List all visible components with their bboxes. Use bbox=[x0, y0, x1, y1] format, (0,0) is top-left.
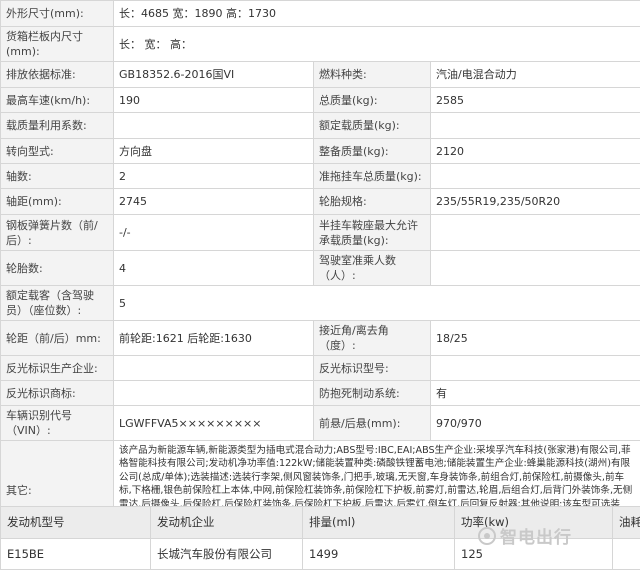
reflector-model-value bbox=[429, 355, 640, 381]
overhang-value: 970/970 bbox=[429, 405, 640, 441]
spec-row-vin: 车辆识别代号（VIN）: LGWFFVA5××××××××× 前悬/后悬(mm)… bbox=[0, 405, 640, 441]
tire-count-value: 4 bbox=[113, 250, 314, 286]
engine-maker-header: 发动机企业 bbox=[150, 506, 303, 539]
total-mass-label: 总质量(kg): bbox=[313, 87, 431, 113]
axles-value: 2 bbox=[113, 163, 314, 189]
load-util-value bbox=[113, 112, 314, 139]
spec-row-cargo: 货箱栏板内尺寸(mm): 长： 宽： 高： bbox=[0, 26, 640, 62]
watermark: 智电出行 bbox=[478, 523, 572, 548]
tire-count-label: 轮胎数: bbox=[0, 250, 114, 286]
angles-value: 18/25 bbox=[429, 320, 640, 356]
watermark-text: 智电出行 bbox=[500, 528, 572, 548]
steering-value: 方向盘 bbox=[113, 138, 314, 164]
spec-row-tires: 轮胎数: 4 驾驶室准乘人数（人）: bbox=[0, 250, 640, 286]
cargo-value: 长： 宽： 高： bbox=[112, 26, 640, 62]
wheelbase-label: 轴距(mm): bbox=[0, 188, 114, 215]
steering-label: 转向型式: bbox=[0, 138, 114, 164]
engine-maker-value: 长城汽车股份有限公司 bbox=[150, 537, 303, 570]
passengers-label: 额定载客（含驾驶员）（座位数）: bbox=[0, 285, 114, 321]
spec-row-track: 轮距（前/后）mm: 前轮距:1621 后轮距:1630 接近角/离去角（度）:… bbox=[0, 320, 640, 356]
fuel-consumption-header: 油耗 bbox=[612, 506, 640, 539]
spec-row-wheelbase: 轴距(mm): 2745 轮胎规格: 235/55R19,235/50R20 bbox=[0, 188, 640, 215]
fuel-consumption-value bbox=[612, 537, 640, 570]
reflector-maker-value bbox=[113, 355, 314, 381]
spec-row-size: 外形尺寸(mm): 长：4685 宽：1890 高：1730 bbox=[0, 0, 640, 27]
spec-row-passengers: 额定载客（含驾驶员）（座位数）: 5 bbox=[0, 285, 640, 321]
curb-mass-value: 2120 bbox=[429, 138, 640, 164]
displacement-value: 1499 bbox=[302, 537, 455, 570]
size-value: 长：4685 宽：1890 高：1730 bbox=[112, 0, 640, 27]
speed-label: 最高车速(km/h): bbox=[0, 87, 114, 113]
reflector-brand-value bbox=[113, 380, 314, 406]
spec-row-emission: 排放依据标准: GB18352.6-2016国VI 燃料种类: 汽油/电混合动力 bbox=[0, 61, 640, 88]
trailer-mass-label: 准拖挂车总质量(kg): bbox=[313, 163, 431, 189]
wheelbase-value: 2745 bbox=[113, 188, 314, 215]
fuel-value: 汽油/电混合动力 bbox=[429, 61, 640, 88]
semi-trailer-label: 半挂车鞍座最大允许承载质量(kg): bbox=[313, 214, 431, 251]
passengers-value: 5 bbox=[112, 285, 640, 321]
spec-row-speed: 最高车速(km/h): 190 总质量(kg): 2585 bbox=[0, 87, 640, 113]
spec-row-axles: 轴数: 2 准拖挂车总质量(kg): bbox=[0, 163, 640, 189]
overhang-label: 前悬/后悬(mm): bbox=[313, 405, 431, 441]
emission-value: GB18352.6-2016国VI bbox=[113, 61, 314, 88]
cargo-label: 货箱栏板内尺寸(mm): bbox=[0, 26, 114, 62]
watermark-logo-icon bbox=[478, 526, 496, 545]
spec-row-steering: 转向型式: 方向盘 整备质量(kg): 2120 bbox=[0, 138, 640, 164]
reflector-brand-label: 反光标识商标: bbox=[0, 380, 114, 406]
curb-mass-label: 整备质量(kg): bbox=[313, 138, 431, 164]
rated-load-value bbox=[429, 112, 640, 139]
abs-label: 防抱死制动系统: bbox=[313, 380, 431, 406]
cab-seats-value bbox=[429, 250, 640, 286]
speed-value: 190 bbox=[113, 87, 314, 113]
leaf-spring-label: 钢板弹簧片数（前/后）: bbox=[0, 214, 114, 251]
rated-load-label: 额定载质量(kg): bbox=[313, 112, 431, 139]
reflector-model-label: 反光标识型号: bbox=[313, 355, 431, 381]
spec-row-reflector-brand: 反光标识商标: 防抱死制动系统: 有 bbox=[0, 380, 640, 406]
spec-row-leaf-spring: 钢板弹簧片数（前/后）: -/- 半挂车鞍座最大允许承载质量(kg): bbox=[0, 214, 640, 251]
tire-spec-value: 235/55R19,235/50R20 bbox=[429, 188, 640, 215]
cab-seats-label: 驾驶室准乘人数（人）: bbox=[313, 250, 431, 286]
spec-row-reflector-maker: 反光标识生产企业: 反光标识型号: bbox=[0, 355, 640, 381]
size-label: 外形尺寸(mm): bbox=[0, 0, 114, 27]
reflector-maker-label: 反光标识生产企业: bbox=[0, 355, 114, 381]
engine-model-value: E15BE bbox=[0, 537, 151, 570]
axles-label: 轴数: bbox=[0, 163, 114, 189]
track-value: 前轮距:1621 后轮距:1630 bbox=[113, 320, 314, 356]
abs-value: 有 bbox=[429, 380, 640, 406]
load-util-label: 载质量利用系数: bbox=[0, 112, 114, 139]
leaf-spring-value: -/- bbox=[113, 214, 314, 251]
total-mass-value: 2585 bbox=[429, 87, 640, 113]
spec-row-load: 载质量利用系数: 额定载质量(kg): bbox=[0, 112, 640, 139]
spec-table: 外形尺寸(mm): 长：4685 宽：1890 高：1730 货箱栏板内尺寸(m… bbox=[0, 0, 640, 542]
displacement-header: 排量(ml) bbox=[302, 506, 455, 539]
angles-label: 接近角/离去角（度）: bbox=[313, 320, 431, 356]
semi-trailer-value bbox=[429, 214, 640, 251]
tire-spec-label: 轮胎规格: bbox=[313, 188, 431, 215]
vin-label: 车辆识别代号（VIN）: bbox=[0, 405, 114, 441]
vin-value: LGWFFVA5××××××××× bbox=[113, 405, 314, 441]
trailer-mass-value bbox=[429, 163, 640, 189]
fuel-label: 燃料种类: bbox=[313, 61, 431, 88]
engine-model-header: 发动机型号 bbox=[0, 506, 151, 539]
track-label: 轮距（前/后）mm: bbox=[0, 320, 114, 356]
emission-label: 排放依据标准: bbox=[0, 61, 114, 88]
